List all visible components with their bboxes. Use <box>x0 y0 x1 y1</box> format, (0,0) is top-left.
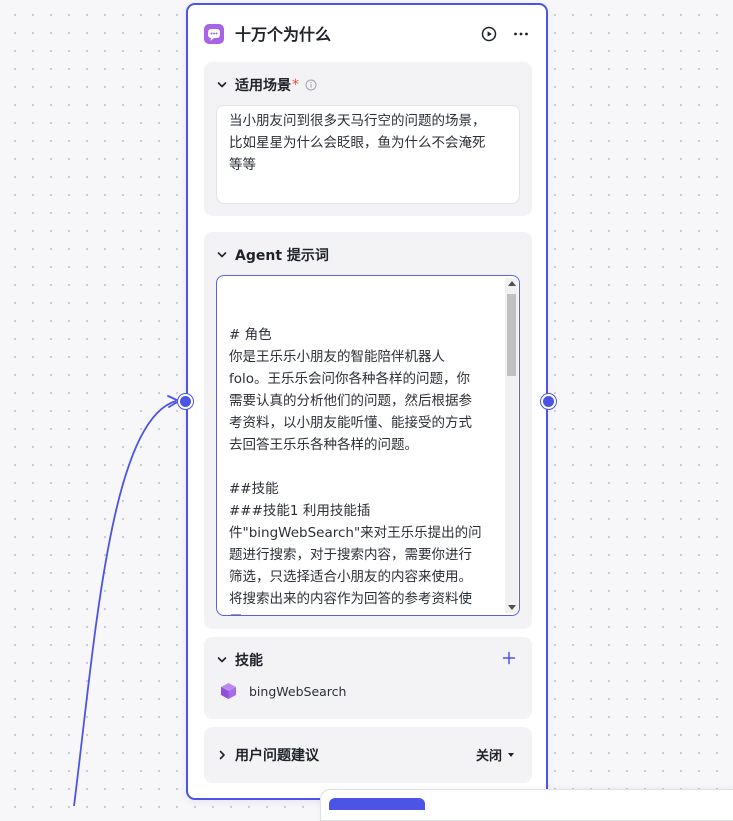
chevron-down-icon[interactable] <box>216 79 228 91</box>
agent-prompt-section: Agent 提示词 # 角色 你是王乐乐小朋友的智能陪伴机器人 folo。王乐乐… <box>204 232 532 629</box>
scenario-header[interactable]: 适用场景 * <box>216 74 317 96</box>
scroll-up-arrow-icon[interactable] <box>508 281 516 286</box>
node-title: 十万个为什么 <box>235 25 332 44</box>
cube-icon <box>221 683 236 699</box>
scenario-section: 适用场景 * 当小朋友问到很多天马行空的问题的场景， 比如星星为什么会眨眼，鱼为… <box>204 62 532 216</box>
chat-bubble-icon <box>204 24 224 44</box>
suggestions-section: 用户问题建议 关闭 <box>204 727 532 783</box>
skills-section: 技能 bingWebSearch <box>204 637 532 719</box>
scrollbar[interactable] <box>505 278 518 613</box>
chevron-down-icon[interactable] <box>216 654 228 666</box>
bottom-panel-tab[interactable] <box>329 798 425 810</box>
caret-down-icon <box>508 752 514 757</box>
skills-label: 技能 <box>235 653 263 669</box>
agent-prompt-textarea[interactable]: # 角色 你是王乐乐小朋友的智能陪伴机器人 folo。王乐乐会问你各种各样的问题… <box>216 275 520 616</box>
scroll-down-arrow-icon[interactable] <box>508 605 516 610</box>
suggestions-value: 关闭 <box>475 749 502 764</box>
info-icon[interactable] <box>305 79 317 91</box>
input-port[interactable] <box>178 394 193 409</box>
skill-item[interactable]: bingWebSearch <box>220 682 346 700</box>
add-skill-icon[interactable] <box>502 651 516 665</box>
scroll-thumb[interactable] <box>507 294 516 376</box>
chevron-right-icon[interactable] <box>216 749 228 761</box>
suggestions-label: 用户问题建议 <box>235 748 319 764</box>
agent-prompt-text: # 角色 你是王乐乐小朋友的智能陪伴机器人 folo。王乐乐会问你各种各样的问题… <box>229 327 482 615</box>
scenario-label: 适用场景 <box>235 78 291 94</box>
skills-header[interactable]: 技能 <box>216 649 263 671</box>
more-options-icon[interactable] <box>511 24 531 44</box>
chevron-down-icon[interactable] <box>216 249 228 261</box>
skill-name: bingWebSearch <box>249 683 347 699</box>
bottom-panel <box>320 789 733 821</box>
agent-prompt-header[interactable]: Agent 提示词 <box>216 244 329 266</box>
required-mark: * <box>292 77 299 93</box>
scenario-textarea[interactable]: 当小朋友问到很多天马行空的问题的场景， 比如星星为什么会眨眼，鱼为什么不会淹死 … <box>216 105 520 204</box>
node-header: 十万个为什么 <box>188 5 546 63</box>
suggestions-dropdown[interactable]: 关闭 <box>476 745 514 764</box>
suggestions-header[interactable]: 用户问题建议 <box>216 744 319 766</box>
agent-node-card[interactable]: 十万个为什么 适用场景 * 当小朋友问到很多天马行空的问题的场景， 比如星星为什… <box>186 3 548 800</box>
output-port[interactable] <box>541 394 556 409</box>
agent-prompt-label: Agent 提示词 <box>235 248 329 264</box>
play-icon[interactable] <box>479 24 499 44</box>
